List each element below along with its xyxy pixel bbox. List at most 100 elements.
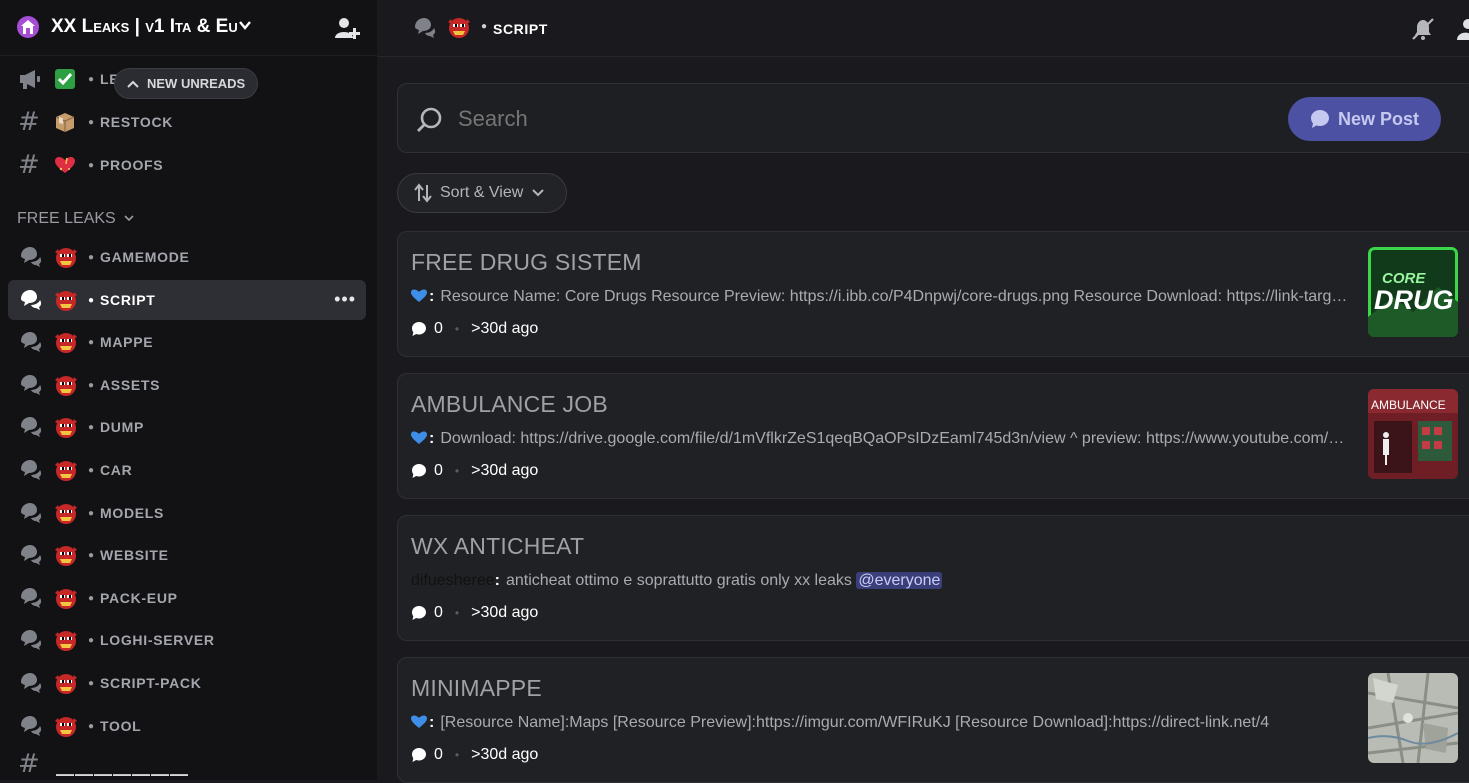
post-preview-text: Resource Name: Core Drugs Resource Previ…	[440, 288, 1353, 305]
post-preview: : Download: https://drive.google.com/file…	[411, 430, 1353, 450]
package-emoji	[54, 111, 76, 133]
reply-count: 0	[434, 604, 443, 621]
server-icon	[17, 16, 39, 38]
channel-loghi-server[interactable]: ● LOGHI-SERVER	[8, 620, 366, 660]
reply-bubble-icon	[412, 322, 426, 336]
forum-post-card[interactable]: MINIMAPPE : [Resource Name]:Maps [Resourc…	[397, 657, 1469, 783]
goblin-emoji	[54, 544, 77, 566]
channel-name: WEBSITE	[100, 547, 169, 563]
channel-title: SCRIPT	[493, 21, 548, 37]
post-title: MINIMAPPE	[411, 675, 542, 701]
channel-models[interactable]: ● MODELS	[8, 493, 366, 533]
channel-name: PACK-EUP	[100, 590, 178, 606]
forum-post-card[interactable]: WX ANTICHEAT difuesheree: anticheat ottim…	[397, 515, 1469, 641]
forum-icon	[18, 629, 42, 651]
channel-restock[interactable]: # ● RESTOCK	[8, 102, 366, 142]
post-preview: difuesheree: anticheat ottimo e soprattut…	[411, 572, 943, 589]
goblin-emoji	[54, 587, 77, 609]
goblin-emoji	[54, 416, 77, 438]
post-thumbnail[interactable]	[1368, 673, 1458, 763]
post-meta: 0 • >30d ago	[411, 746, 538, 764]
reply-bubble-icon	[412, 606, 426, 620]
chevron-down-icon	[532, 189, 545, 197]
post-meta: 0 • >30d ago	[411, 462, 538, 480]
channel-name: SCRIPT	[100, 292, 156, 308]
post-title: AMBULANCE JOB	[411, 391, 608, 417]
invite-people-icon[interactable]	[334, 15, 360, 46]
forum-icon	[18, 544, 42, 566]
notification-muted-icon[interactable]	[1410, 16, 1436, 47]
svg-text:AMBULANCE: AMBULANCE	[1371, 398, 1446, 412]
forum-icon	[18, 502, 42, 524]
channel-name: GAMEMODE	[100, 249, 190, 265]
channel-proofs[interactable]: # ● PROOFS	[8, 145, 366, 185]
channel-name: ———————	[56, 764, 189, 780]
post-title: WX ANTICHEAT	[411, 533, 585, 559]
forum-icon	[18, 672, 42, 694]
goblin-emoji	[54, 289, 77, 311]
hash-icon: #	[18, 107, 40, 137]
new-post-button[interactable]: New Post	[1288, 97, 1441, 141]
hash-icon: #	[18, 749, 40, 779]
category-free-leaks[interactable]: FREE LEAKS	[17, 210, 134, 228]
megaphone-icon	[18, 68, 40, 90]
channel-car[interactable]: ● CAR	[8, 450, 366, 490]
forum-post-card[interactable]: FREE DRUG SISTEM : Resource Name: Core Dr…	[397, 231, 1469, 357]
blue-heart-emoji	[411, 288, 427, 308]
reply-bubble-icon	[412, 464, 426, 478]
forum-icon	[18, 416, 42, 438]
channel-script-pack[interactable]: ● SCRIPT-PACK	[8, 663, 366, 703]
post-preview: : [Resource Name]:Maps [Resource Preview]…	[411, 714, 1353, 734]
forum-icon	[18, 331, 42, 353]
post-meta: 0 • >30d ago	[411, 604, 538, 622]
reply-count: 0	[434, 462, 443, 479]
channel-mappe[interactable]: ● MAPPE	[8, 322, 366, 362]
reply-count: 0	[434, 320, 443, 337]
post-title: FREE DRUG SISTEM	[411, 249, 642, 275]
channel-pack-eup[interactable]: ● PACK-EUP	[8, 578, 366, 618]
category-name: FREE LEAKS	[17, 210, 116, 228]
post-preview-text: anticheat ottimo e soprattutto gratis on…	[505, 572, 852, 589]
channel-header: ● SCRIPT	[377, 0, 1469, 57]
channel-gamemode[interactable]: ● GAMEMODE	[8, 237, 366, 277]
sort-icon	[414, 183, 432, 203]
forum-search-bar: New Post	[397, 83, 1469, 153]
goblin-emoji	[54, 374, 77, 396]
channel-website[interactable]: ● WEBSITE	[8, 535, 366, 575]
sort-view-button[interactable]: Sort & View	[397, 173, 567, 213]
new-unreads-button[interactable]: NEW UNREADS	[114, 68, 259, 99]
goblin-emoji	[54, 502, 77, 524]
channel-assets[interactable]: ● ASSETS	[8, 365, 366, 405]
post-age: >30d ago	[471, 320, 539, 337]
channel-name: MODELS	[100, 505, 165, 521]
post-thumbnail[interactable]: AMBULANCE	[1368, 389, 1458, 479]
post-author[interactable]: difuesheree	[411, 572, 495, 589]
forum-icon	[18, 289, 42, 311]
post-thumbnail[interactable]: CORE DRUG	[1368, 247, 1458, 337]
goblin-emoji	[54, 246, 77, 268]
channel-name: LOGHI-SERVER	[100, 632, 215, 648]
heart-emoji	[54, 154, 76, 176]
chevron-down-icon[interactable]	[238, 18, 252, 37]
more-options-icon[interactable]: •••	[334, 289, 356, 310]
member-list-icon[interactable]	[1457, 16, 1469, 47]
forum-post-card[interactable]: AMBULANCE JOB : Download: https://drive.g…	[397, 373, 1469, 499]
channel-tool[interactable]: ● TOOL	[8, 706, 366, 746]
forum-icon	[18, 587, 42, 609]
post-age: >30d ago	[471, 604, 539, 621]
blue-heart-emoji	[411, 430, 427, 450]
search-icon	[416, 106, 444, 139]
channel-name: PROOFS	[100, 157, 164, 173]
channel-name: TOOL	[100, 718, 142, 734]
channel-name: SCRIPT-PACK	[100, 675, 202, 691]
reply-bubble-icon	[412, 748, 426, 762]
channel-script[interactable]: ● SCRIPT •••	[8, 280, 366, 320]
chevron-down-icon	[124, 210, 134, 228]
post-preview-text: [Resource Name]:Maps [Resource Preview]:…	[440, 714, 1270, 731]
search-input[interactable]	[458, 106, 1158, 132]
post-preview: : Resource Name: Core Drugs Resource Prev…	[411, 288, 1353, 308]
server-header[interactable]: XX Leaks | v1 Ita & Eu	[0, 0, 377, 56]
channel-dump[interactable]: ● DUMP	[8, 407, 366, 447]
chevron-up-icon	[127, 80, 139, 88]
chat-bubble-icon	[1310, 110, 1329, 128]
